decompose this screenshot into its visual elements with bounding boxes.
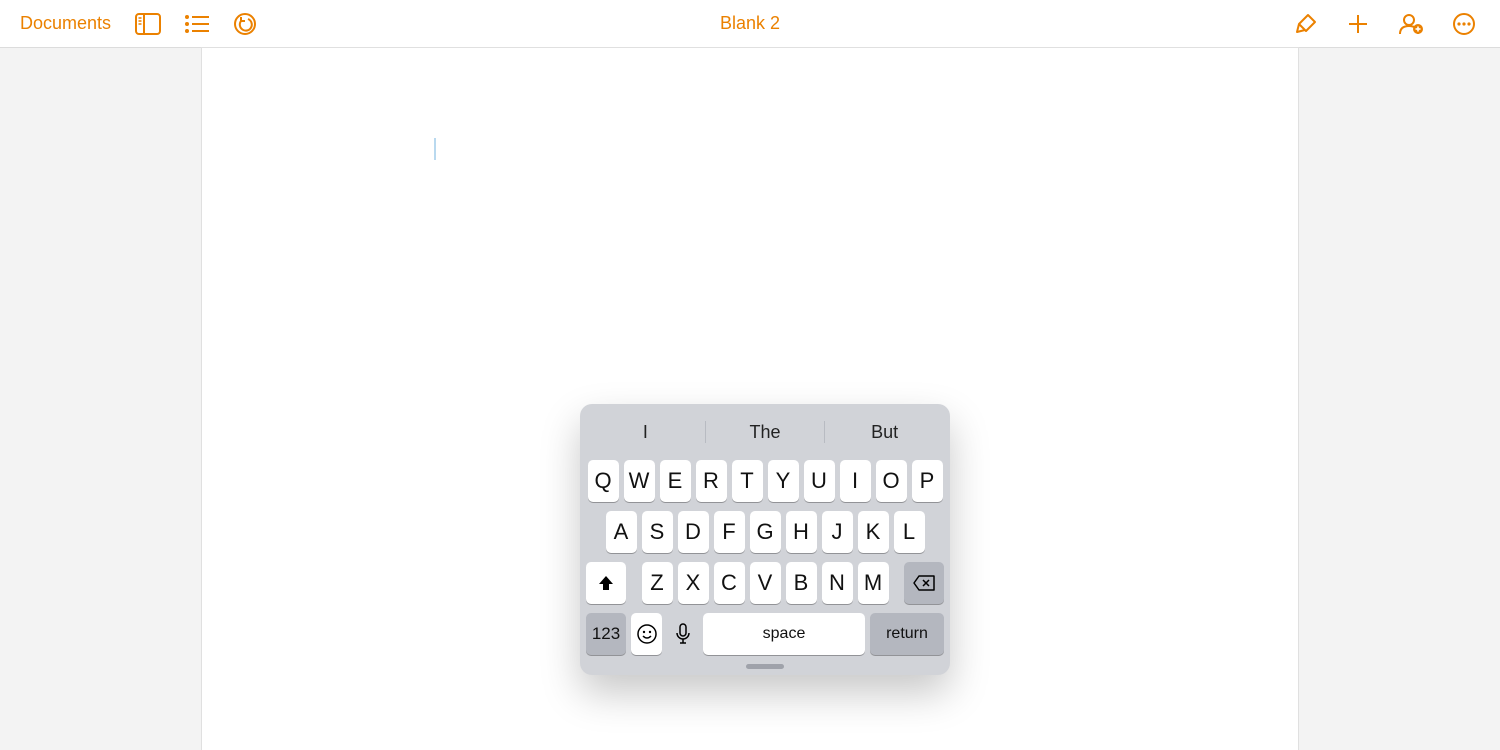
undo-icon bbox=[233, 12, 257, 36]
key-r[interactable]: R bbox=[696, 460, 727, 502]
key-c[interactable]: C bbox=[714, 562, 745, 604]
prediction-3[interactable]: But bbox=[825, 422, 944, 443]
key-row-4: 123 space return bbox=[586, 613, 944, 655]
key-g[interactable]: G bbox=[750, 511, 781, 553]
key-row-3-letters: Z X C V B N M bbox=[642, 562, 889, 604]
key-shift[interactable] bbox=[586, 562, 626, 604]
key-row-2: A S D F G H J K L bbox=[586, 511, 944, 553]
collaborate-button[interactable] bbox=[1398, 12, 1424, 36]
key-y[interactable]: Y bbox=[768, 460, 799, 502]
paintbrush-icon bbox=[1294, 12, 1318, 36]
key-return[interactable]: return bbox=[870, 613, 944, 655]
ellipsis-circle-icon bbox=[1452, 12, 1476, 36]
plus-icon bbox=[1346, 12, 1370, 36]
key-n[interactable]: N bbox=[822, 562, 853, 604]
prediction-1[interactable]: I bbox=[586, 422, 705, 443]
list-icon bbox=[185, 15, 209, 33]
floating-keyboard[interactable]: I The But Q W E R T Y U I O P A S D F G … bbox=[580, 404, 950, 675]
sidebar-toggle-button[interactable] bbox=[135, 13, 161, 35]
undo-button[interactable] bbox=[233, 12, 257, 36]
key-h[interactable]: H bbox=[786, 511, 817, 553]
toolbar-right bbox=[1294, 12, 1500, 36]
key-j[interactable]: J bbox=[822, 511, 853, 553]
documents-button[interactable]: Documents bbox=[20, 13, 111, 34]
key-m[interactable]: M bbox=[858, 562, 889, 604]
key-s[interactable]: S bbox=[642, 511, 673, 553]
toolbar-left: Documents bbox=[0, 12, 257, 36]
key-dictation[interactable] bbox=[667, 613, 698, 655]
key-t[interactable]: T bbox=[732, 460, 763, 502]
insert-button[interactable] bbox=[1346, 12, 1370, 36]
keyboard-grabber[interactable] bbox=[746, 664, 784, 669]
key-space[interactable]: space bbox=[703, 613, 865, 655]
format-brush-button[interactable] bbox=[1294, 12, 1318, 36]
key-emoji[interactable] bbox=[631, 613, 662, 655]
backspace-icon bbox=[913, 575, 935, 591]
key-l[interactable]: L bbox=[894, 511, 925, 553]
key-u[interactable]: U bbox=[804, 460, 835, 502]
key-o[interactable]: O bbox=[876, 460, 907, 502]
document-title[interactable]: Blank 2 bbox=[720, 13, 780, 34]
key-e[interactable]: E bbox=[660, 460, 691, 502]
person-add-icon bbox=[1398, 12, 1424, 36]
key-z[interactable]: Z bbox=[642, 562, 673, 604]
key-f[interactable]: F bbox=[714, 511, 745, 553]
key-d[interactable]: D bbox=[678, 511, 709, 553]
key-q[interactable]: Q bbox=[588, 460, 619, 502]
key-x[interactable]: X bbox=[678, 562, 709, 604]
key-w[interactable]: W bbox=[624, 460, 655, 502]
toolbar: Documents bbox=[0, 0, 1500, 48]
text-cursor bbox=[434, 138, 436, 160]
shift-icon bbox=[597, 574, 615, 592]
key-k[interactable]: K bbox=[858, 511, 889, 553]
key-p[interactable]: P bbox=[912, 460, 943, 502]
key-v[interactable]: V bbox=[750, 562, 781, 604]
sidebar-icon bbox=[135, 13, 161, 35]
documents-label: Documents bbox=[20, 13, 111, 34]
key-b[interactable]: B bbox=[786, 562, 817, 604]
prediction-bar: I The But bbox=[586, 410, 944, 454]
key-row-1: Q W E R T Y U I O P bbox=[586, 460, 944, 502]
view-options-button[interactable] bbox=[185, 15, 209, 33]
key-backspace[interactable] bbox=[904, 562, 944, 604]
prediction-2[interactable]: The bbox=[706, 422, 825, 443]
key-i[interactable]: I bbox=[840, 460, 871, 502]
key-numbers[interactable]: 123 bbox=[586, 613, 626, 655]
emoji-icon bbox=[636, 623, 658, 645]
key-row-3: Z X C V B N M bbox=[586, 562, 944, 604]
key-a[interactable]: A bbox=[606, 511, 637, 553]
more-button[interactable] bbox=[1452, 12, 1476, 36]
microphone-icon bbox=[675, 623, 691, 645]
